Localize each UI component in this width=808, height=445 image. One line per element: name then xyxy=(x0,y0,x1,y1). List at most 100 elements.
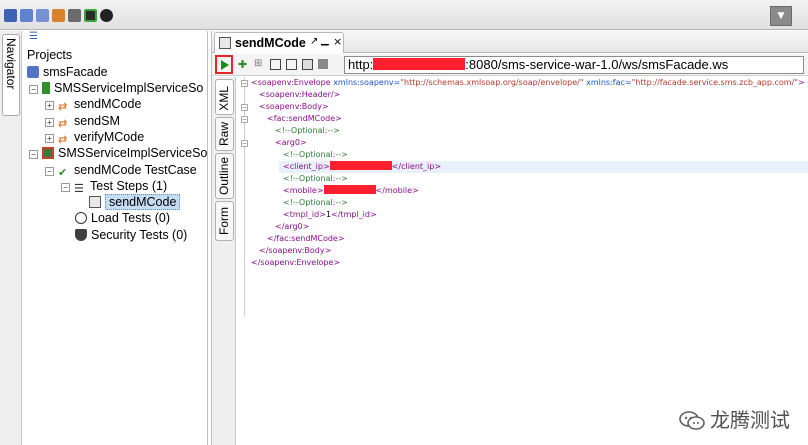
xml-line: </soapenv:Envelope> xyxy=(251,257,340,269)
tree-operation-node[interactable]: + ⇄ sendSM xyxy=(45,113,120,130)
xml-comment: <!--Optional:--> xyxy=(283,174,348,183)
request-editor: sendMCode ↗ ▁ × ✚ ⊞ http::8080/sms-servi… xyxy=(211,31,808,445)
tree-operation-node[interactable]: + ⇄ verifyMCode xyxy=(45,129,144,146)
collapse-icon[interactable]: − xyxy=(29,150,38,159)
tree-label: Load Tests (0) xyxy=(91,211,170,225)
soap-request-icon xyxy=(89,196,101,208)
tab-navigator[interactable]: Navigator xyxy=(2,34,20,116)
triangle-down-icon: ▼ xyxy=(777,11,785,21)
xml-tag: </soapenv:Body> xyxy=(259,246,332,255)
xml-tag: </mobile> xyxy=(375,186,419,195)
xml-line: <!--Optional:--> xyxy=(275,125,340,137)
xml-tag: <client_ip> xyxy=(283,162,330,171)
redacted-client-ip xyxy=(329,161,392,170)
tab-title: sendMCode xyxy=(235,36,306,50)
close-icon[interactable]: × xyxy=(333,35,342,48)
xml-tag: <fac:sendMCode> xyxy=(267,114,342,123)
xml-tag: <tmpl_id> xyxy=(283,210,326,219)
tab-label: Form xyxy=(217,207,231,235)
fold-toggle-icon[interactable]: − xyxy=(241,116,248,123)
navigator-header: ☰ xyxy=(23,31,208,45)
operation-icon: ⇄ xyxy=(58,134,68,146)
collapse-icon[interactable]: − xyxy=(29,85,38,94)
about-icon[interactable] xyxy=(100,9,113,22)
tree-loadtests-node[interactable]: Load Tests (0) xyxy=(75,210,170,226)
proxy-icon[interactable] xyxy=(84,9,97,22)
save-all-icon[interactable] xyxy=(36,9,49,22)
tree-operation-node[interactable]: + ⇄ sendMCode xyxy=(45,96,141,113)
cancel-request-icon[interactable] xyxy=(318,59,328,69)
xml-line: <soapenv:Envelope xmlns:soapenv="http://… xyxy=(251,77,805,89)
tree-projects-root[interactable]: Projects xyxy=(27,47,72,63)
xml-value: "http://schemas.xmlsoap.org/soap/envelop… xyxy=(400,78,584,87)
xml-tag: </arg0> xyxy=(275,222,310,231)
tree-label: sendSM xyxy=(74,114,120,128)
minimize-icon[interactable]: ▁ xyxy=(321,35,329,46)
xml-comment: <!--Optional:--> xyxy=(283,198,348,207)
xml-line: </fac:sendMCode> xyxy=(267,233,345,245)
navigator-panel: ☰ Projects smsFacade − SMSServiceImplServ… xyxy=(23,31,208,445)
operation-icon: ⇄ xyxy=(58,101,68,113)
tab-label: Outline xyxy=(217,157,231,196)
operation-icon: ⇄ xyxy=(58,118,68,130)
tree-testcase-node[interactable]: − ✔ sendMCode TestCase xyxy=(45,162,197,179)
editor-tab-bar: sendMCode ↗ ▁ × xyxy=(212,31,808,53)
fold-toggle-icon[interactable]: − xyxy=(241,104,248,111)
xml-tag: <soapenv:Header/> xyxy=(259,90,341,99)
redacted-mobile xyxy=(323,185,376,194)
soap-request-icon xyxy=(219,37,231,49)
tab-form[interactable]: Form xyxy=(215,201,234,241)
expand-icon[interactable]: + xyxy=(45,118,54,127)
import-project-icon[interactable] xyxy=(20,9,33,22)
split-layout-icon[interactable] xyxy=(302,59,313,70)
new-project-icon[interactable] xyxy=(4,9,17,22)
create-mock-icon[interactable]: ⊞ xyxy=(254,58,262,69)
fold-gutter xyxy=(244,77,245,317)
xml-line: <soapenv:Header/> xyxy=(259,89,340,101)
testcase-icon: ✔ xyxy=(58,167,68,179)
toolbar-dropdown-button[interactable]: ▼ xyxy=(770,6,792,26)
submit-request-button[interactable] xyxy=(215,55,233,74)
xml-line: </arg0> xyxy=(275,221,309,233)
watermark: 龙腾测试 xyxy=(678,404,790,433)
fullscreen-icon[interactable] xyxy=(270,59,281,70)
list-icon[interactable]: ☰ xyxy=(29,31,38,42)
tab-xml[interactable]: XML xyxy=(215,79,234,115)
tree-label: sendMCode TestCase xyxy=(74,163,197,177)
tab-navigator-label: Navigator xyxy=(4,38,18,90)
fold-toggle-icon[interactable]: − xyxy=(241,80,248,87)
forum-icon[interactable] xyxy=(52,9,65,22)
xml-attr: xmlns:soapenv= xyxy=(333,78,401,87)
expand-icon[interactable]: + xyxy=(45,134,54,143)
tree-teststep-node[interactable]: sendMCode xyxy=(89,194,181,210)
watermark-text: 龙腾测试 xyxy=(710,408,790,432)
tree-interface-node[interactable]: − SMSServiceImplServiceSo xyxy=(29,80,203,96)
tab-label: XML xyxy=(217,86,231,111)
xml-tag: <soapenv:Envelope xyxy=(251,78,331,87)
tree-teststeps-node[interactable]: − ☰ Test Steps (1) xyxy=(61,178,167,195)
tree-project-node[interactable]: smsFacade xyxy=(27,64,108,80)
xml-line: <!--Optional:--> xyxy=(283,197,348,209)
tab-raw[interactable]: Raw xyxy=(215,117,234,151)
xml-line: <!--Optional:--> xyxy=(283,173,348,185)
xml-tag: </client_ip> xyxy=(391,162,442,171)
navigator-strip: Navigator xyxy=(0,31,22,445)
tree-testsuite-node[interactable]: − SMSServiceImplServiceSo xyxy=(29,145,207,161)
preferences-icon[interactable] xyxy=(68,9,81,22)
tree-securitytests-node[interactable]: Security Tests (0) xyxy=(75,227,187,243)
add-assertion-icon[interactable]: ✚ xyxy=(238,58,247,71)
expand-icon[interactable]: + xyxy=(45,101,54,110)
xml-line: <mobile> </mobile> xyxy=(283,185,419,197)
tab-sendmcode[interactable]: sendMCode ↗ ▁ × xyxy=(214,32,344,53)
xml-comment: <!--Optional:--> xyxy=(283,150,348,159)
collapse-icon[interactable]: − xyxy=(45,167,54,176)
fold-toggle-icon[interactable]: − xyxy=(241,140,248,147)
tabs-layout-icon[interactable] xyxy=(286,59,297,70)
xml-request-editor[interactable]: − − − − <soapenv:Envelope xmlns:soapenv=… xyxy=(237,77,808,445)
tree-label-selected: sendMCode xyxy=(105,194,181,210)
pin-icon[interactable]: ↗ xyxy=(310,36,318,47)
xml-line: </soapenv:Body> xyxy=(259,245,331,257)
endpoint-url-field[interactable]: http::8080/sms-service-war-1.0/ws/smsFac… xyxy=(344,56,804,74)
tab-outline[interactable]: Outline xyxy=(215,153,234,199)
collapse-icon[interactable]: − xyxy=(61,183,70,192)
